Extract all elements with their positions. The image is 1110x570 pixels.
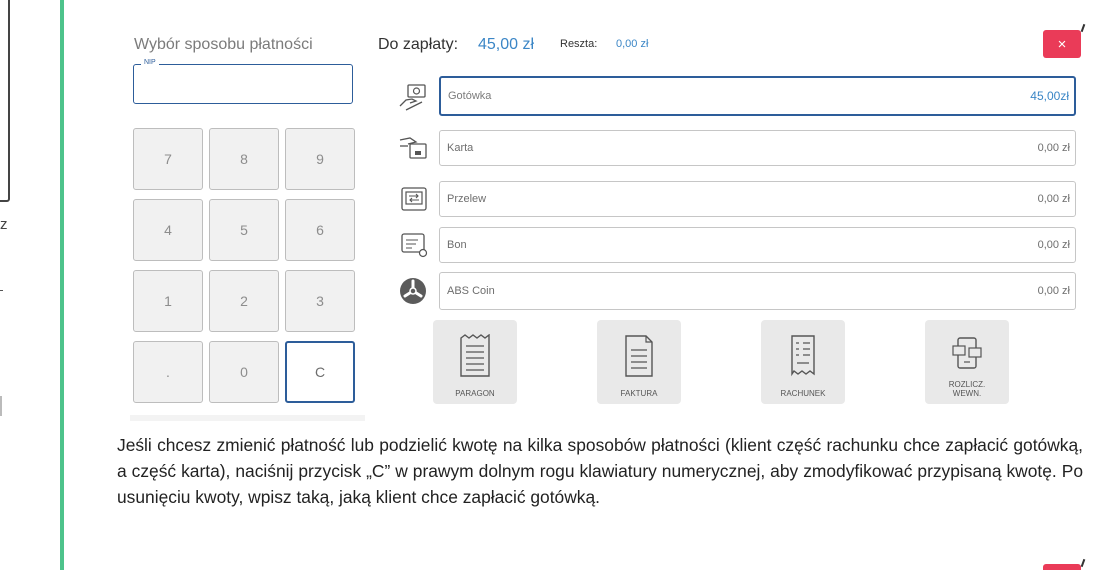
amount-due-label: Do zapłaty: <box>378 36 459 53</box>
method-label: Bon <box>447 239 467 251</box>
bill-label: RACHUNEK <box>780 389 826 398</box>
receipt-button[interactable]: PARAGON <box>433 320 517 404</box>
nip-label: NIP <box>141 59 159 66</box>
method-label: Gotówka <box>448 90 492 102</box>
background-text-fragment: z <box>0 216 8 233</box>
abs-coin-icon <box>400 278 426 304</box>
method-amount: 0,00 zł <box>1037 239 1070 251</box>
method-amount: 0,00 zł <box>1037 193 1070 205</box>
background-window-fragment <box>0 0 10 202</box>
close-button-fragment <box>1043 564 1081 570</box>
payment-method-card[interactable]: Karta 0,00 zł <box>439 130 1076 166</box>
amount-due-value: 45,00 zł <box>478 36 535 53</box>
key-decimal[interactable]: . <box>133 341 203 403</box>
invoice-button[interactable]: FAKTURA <box>597 320 681 404</box>
receipt-label: PARAGON <box>455 389 495 398</box>
nip-input[interactable]: NIP <box>133 59 353 104</box>
key-1[interactable]: 1 <box>133 270 203 332</box>
bill-button[interactable]: RACHUNEK <box>761 320 845 404</box>
change-value: 0,00 zł <box>616 38 649 50</box>
method-label: ABS Coin <box>447 285 495 297</box>
cash-hand-icon <box>399 84 426 111</box>
background-divider-fragment <box>0 290 3 291</box>
accent-line <box>60 0 64 570</box>
method-label: Karta <box>447 142 474 154</box>
key-2[interactable]: 2 <box>209 270 279 332</box>
key-4[interactable]: 4 <box>133 199 203 261</box>
key-9[interactable]: 9 <box>285 128 355 190</box>
method-label: Przelew <box>447 193 487 205</box>
card-hand-icon <box>399 137 427 159</box>
key-6[interactable]: 6 <box>285 199 355 261</box>
key-5[interactable]: 5 <box>209 199 279 261</box>
change-label: Reszta: <box>560 38 598 50</box>
payment-method-abs-coin[interactable]: ABS Coin 0,00 zł <box>439 272 1076 310</box>
internal-settlement-label: ROZLICZ. WEWN. <box>948 380 986 398</box>
voucher-icon <box>401 233 428 258</box>
key-8[interactable]: 8 <box>209 128 279 190</box>
receipt-icon <box>460 334 490 377</box>
method-amount: 45,00zł <box>1030 89 1069 103</box>
corner-tick <box>1080 23 1086 33</box>
payment-method-voucher[interactable]: Bon 0,00 zł <box>439 227 1076 263</box>
corner-tick <box>1080 558 1086 568</box>
close-icon: × <box>1057 35 1067 53</box>
background-divider-fragment <box>0 396 2 416</box>
invoice-label: FAKTURA <box>620 389 658 398</box>
invoice-icon <box>625 335 653 377</box>
bill-icon <box>791 335 815 377</box>
instruction-text: Jeśli chcesz zmienić płatność lub podzie… <box>117 435 1083 507</box>
payment-method-cash[interactable]: Gotówka 45,00zł <box>439 76 1076 116</box>
key-0[interactable]: 0 <box>209 341 279 403</box>
numeric-keypad: 7 8 9 4 5 6 1 2 3 . 0 C <box>133 128 355 403</box>
close-button[interactable]: × <box>1043 30 1081 58</box>
transfer-icon <box>401 187 427 211</box>
method-amount: 0,00 zł <box>1037 142 1070 154</box>
payment-method-transfer[interactable]: Przelew 0,00 zł <box>439 181 1076 217</box>
internal-settlement-icon <box>952 337 982 369</box>
internal-settlement-button[interactable]: ROZLICZ. WEWN. <box>925 320 1009 404</box>
key-clear[interactable]: C <box>285 341 355 403</box>
method-amount: 0,00 zł <box>1037 285 1070 297</box>
payment-title: Wybór sposobu płatności <box>134 36 313 53</box>
key-7[interactable]: 7 <box>133 128 203 190</box>
panel-shadow <box>130 415 365 421</box>
key-3[interactable]: 3 <box>285 270 355 332</box>
